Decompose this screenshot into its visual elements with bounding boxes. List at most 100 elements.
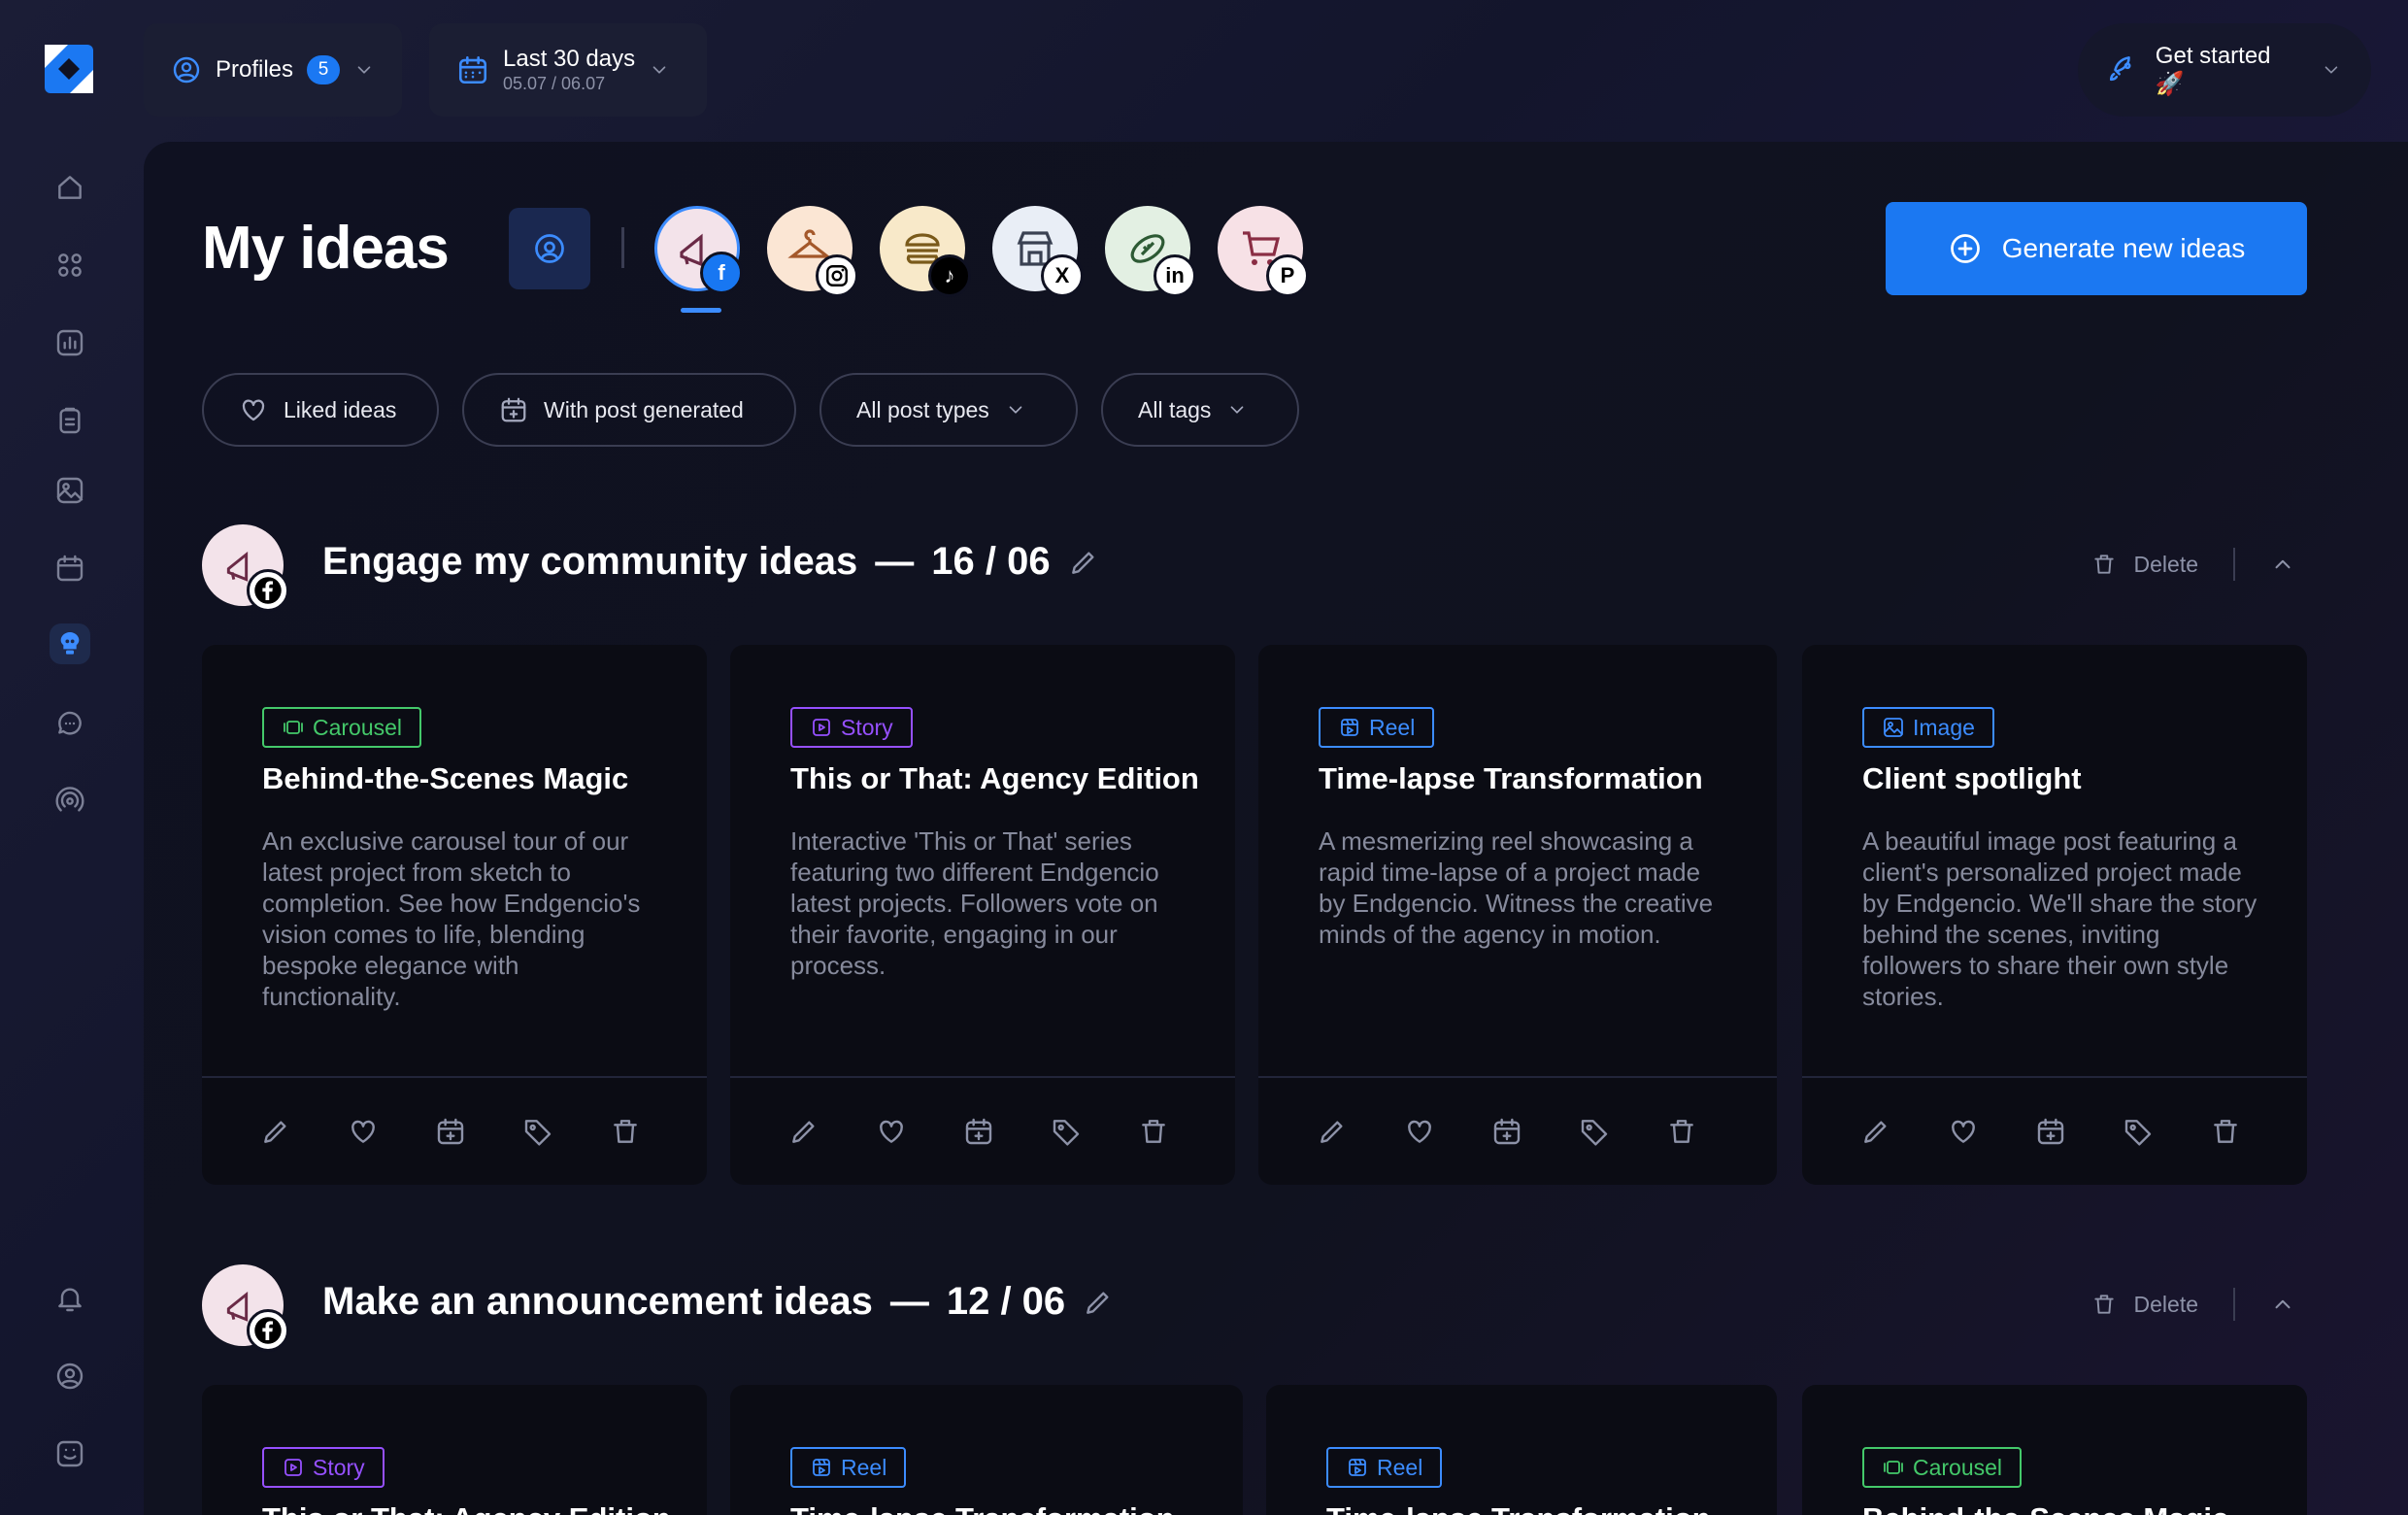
edit-section-icon[interactable] [1068, 547, 1099, 578]
chevron-down-icon [1009, 406, 1022, 414]
sidebar-calendar-icon[interactable] [50, 548, 90, 589]
sidebar-analytics-icon[interactable] [50, 322, 90, 363]
sidebar-clipboard-icon[interactable] [50, 400, 90, 441]
idea-title: Behind-the-Scenes Magic [262, 761, 629, 795]
post-type-tag: Reel [1319, 707, 1435, 748]
tag-icon[interactable] [1051, 1116, 1082, 1147]
sidebar-media-icon[interactable] [50, 470, 90, 511]
sidebar-dashboard-icon[interactable] [50, 245, 90, 286]
idea-card[interactable]: Reel Time-lapse Transformation A mesmeri… [1258, 645, 1777, 1185]
with-post-generated-filter[interactable]: With post generated [462, 373, 796, 447]
edit-icon[interactable] [1860, 1116, 1891, 1147]
edit-icon[interactable] [1317, 1116, 1348, 1147]
profile-avatar-tiktok[interactable]: ♪ [880, 206, 971, 297]
card-actions [1802, 1076, 2307, 1185]
idea-description: A beautiful image post featuring a clien… [1862, 826, 2258, 1011]
idea-card[interactable]: Reel Time-lapse Transformation [730, 1385, 1243, 1515]
tags-dropdown[interactable]: All tags [1101, 373, 1299, 447]
heart-icon[interactable] [348, 1116, 379, 1147]
app-logo[interactable] [45, 45, 93, 93]
idea-card[interactable]: Story This or That: Agency Edition Inter… [730, 645, 1235, 1185]
post-type-tag: Story [262, 1447, 385, 1488]
story-icon [284, 1459, 302, 1476]
post-type-label: Image [1913, 714, 1975, 740]
edit-icon[interactable] [260, 1116, 291, 1147]
sidebar-bell-icon[interactable] [50, 1278, 90, 1319]
chevron-down-icon [357, 66, 371, 74]
idea-card[interactable]: Reel Time-lapse Transformation [1266, 1385, 1777, 1515]
profile-avatar-facebook[interactable]: f [654, 206, 743, 313]
generate-new-ideas-button[interactable]: Generate new ideas [1886, 202, 2307, 295]
rocket-icon [2109, 56, 2131, 82]
sidebar-broadcast-icon[interactable] [50, 781, 90, 822]
profiles-count-badge: 5 [307, 55, 341, 84]
date-range-dropdown[interactable]: Last 30 days 05.07 / 06.07 [429, 23, 707, 117]
calendar-plus-icon[interactable] [435, 1116, 466, 1147]
idea-card[interactable]: Carousel Behind-the-Scenes Magic An excl… [202, 645, 707, 1185]
edit-section-icon[interactable] [1083, 1287, 1114, 1318]
profile-avatar-pinterest[interactable]: P [1218, 206, 1309, 297]
tag-icon[interactable] [522, 1116, 553, 1147]
post-types-dropdown[interactable]: All post types [819, 373, 1078, 447]
date-range-sub: 05.07 / 06.07 [503, 74, 606, 93]
section-header: Make an announcement ideas — 12 / 06 [322, 1280, 1114, 1324]
delete-section-button[interactable]: Delete [2134, 552, 2198, 578]
facebook-icon [247, 1309, 289, 1352]
calendar-plus-icon[interactable] [963, 1116, 994, 1147]
sidebar-ideas-icon[interactable] [50, 623, 90, 664]
trash-icon[interactable] [1666, 1116, 1697, 1147]
heart-icon[interactable] [1404, 1116, 1435, 1147]
profile-avatar-linkedin[interactable]: in [1105, 206, 1196, 297]
tag-icon[interactable] [2123, 1116, 2154, 1147]
app-window: Profiles 5 Last 30 days 05.07 / 06.07 Ge… [0, 0, 2408, 1515]
chevron-up-icon[interactable] [2270, 1292, 2295, 1317]
post-type-tag: Reel [790, 1447, 907, 1488]
date-range-label: Last 30 days [503, 46, 636, 72]
post-type-tag: Story [790, 707, 913, 748]
post-types-label: All post types [856, 396, 989, 422]
sidebar-chat-icon[interactable] [50, 703, 90, 744]
chevron-down-icon [2324, 66, 2338, 74]
plus-circle-icon [1950, 234, 1980, 263]
post-type-label: Reel [1369, 714, 1416, 740]
sidebar-home-icon[interactable] [50, 167, 90, 208]
profile-avatar-x[interactable]: X [992, 206, 1084, 297]
card-actions [202, 1076, 707, 1185]
profile-avatar-instagram[interactable] [767, 206, 858, 297]
image-icon [1884, 718, 1903, 737]
heart-icon [242, 399, 265, 421]
heart-icon[interactable] [876, 1116, 907, 1147]
audience-filter-button[interactable] [509, 208, 590, 289]
post-type-tag: Image [1862, 707, 1994, 748]
section-avatar [202, 524, 289, 612]
liked-ideas-filter[interactable]: Liked ideas [202, 373, 439, 447]
sidebar-support-icon[interactable] [50, 1433, 90, 1474]
edit-icon[interactable] [788, 1116, 819, 1147]
profiles-dropdown[interactable]: Profiles 5 [144, 23, 402, 117]
delete-section-button[interactable]: Delete [2134, 1292, 2198, 1318]
trash-icon[interactable] [610, 1116, 641, 1147]
idea-description: A mesmerizing reel showcasing a rapid ti… [1319, 826, 1714, 949]
liked-ideas-label: Liked ideas [284, 396, 397, 422]
idea-card[interactable]: Image Client spotlight A beautiful image… [1802, 645, 2307, 1185]
tag-icon[interactable] [1579, 1116, 1610, 1147]
idea-card[interactable]: Story This or That: Agency Edition [202, 1385, 707, 1515]
trash-icon[interactable] [1138, 1116, 1169, 1147]
idea-card[interactable]: Carousel Behind-the-Scenes Magic [1802, 1385, 2307, 1515]
idea-title: Time-lapse Transformation [1326, 1501, 1711, 1515]
divider [2233, 1288, 2235, 1321]
post-type-label: Story [841, 714, 893, 740]
chevron-up-icon[interactable] [2270, 552, 2295, 577]
calendar-plus-icon[interactable] [2035, 1116, 2066, 1147]
heart-icon[interactable] [1948, 1116, 1979, 1147]
post-type-tag: Carousel [262, 707, 422, 748]
post-type-label: Carousel [313, 714, 403, 740]
reel-icon [813, 1459, 830, 1476]
get-started-button[interactable]: Get started 🚀 [2078, 23, 2371, 117]
tiktok-icon: ♪ [928, 254, 971, 297]
idea-title: Client spotlight [1862, 761, 2082, 795]
audience-icon [535, 234, 564, 263]
sidebar-account-icon[interactable] [50, 1356, 90, 1397]
trash-icon[interactable] [2210, 1116, 2241, 1147]
calendar-plus-icon[interactable] [1491, 1116, 1522, 1147]
